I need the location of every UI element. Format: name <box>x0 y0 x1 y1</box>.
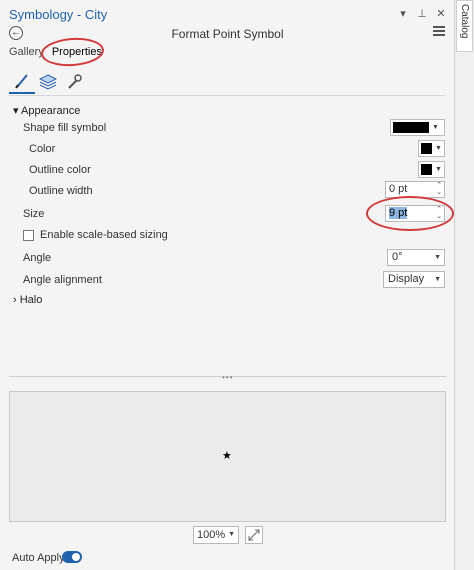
chevron-down-icon: ▼ <box>435 145 442 152</box>
size-label: Size <box>23 208 45 220</box>
outline-color-picker[interactable]: ▼ <box>418 161 445 178</box>
auto-apply-label: Auto Apply <box>12 552 65 564</box>
star-symbol-preview: ★ <box>222 450 232 462</box>
sub-tab-divider <box>9 95 445 96</box>
angle-alignment-value: Display <box>388 273 425 285</box>
halo-section-header[interactable]: › Halo <box>13 294 42 306</box>
zoom-fit-button[interactable] <box>245 526 263 544</box>
symbology-pane: Symbology - City ▾ ⊥ ✕ ← Format Point Sy… <box>0 0 455 570</box>
sub-tab-symbol[interactable] <box>9 70 35 94</box>
chevron-down-icon: ▾ <box>13 105 19 117</box>
halo-label: Halo <box>19 294 43 306</box>
sub-tab-structure[interactable] <box>61 70 87 94</box>
zoom-value: 100% <box>197 529 226 541</box>
sub-tab-layers[interactable] <box>35 70 61 94</box>
splitter-grip-icon[interactable]: ••• <box>222 373 233 382</box>
outline-color-swatch <box>421 164 432 175</box>
outline-width-value: 0 pt <box>389 183 408 195</box>
angle-input[interactable]: 0° ▼ <box>387 249 445 266</box>
auto-apply-toggle[interactable] <box>62 551 82 563</box>
angle-value: 0° <box>392 251 403 263</box>
outline-width-label: Outline width <box>29 185 93 197</box>
pane-controls: ▾ ⊥ ✕ <box>398 7 446 20</box>
pin-icon[interactable]: ⊥ <box>417 7 427 20</box>
outline-color-label: Outline color <box>29 164 91 176</box>
color-swatch <box>421 143 432 154</box>
catalog-tab-label: Catalog <box>459 4 470 39</box>
chevron-down-icon: ▼ <box>432 124 439 131</box>
toggle-knob <box>72 553 80 561</box>
close-icon[interactable]: ✕ <box>436 7 446 20</box>
pane-options-icon[interactable]: ▾ <box>398 7 408 20</box>
shape-fill-swatch <box>393 122 429 133</box>
spinner-arrows-icon[interactable]: ⌃ ⌄ <box>436 182 442 196</box>
chevron-down-icon: ▼ <box>435 166 442 173</box>
chevron-down-icon: ▼ <box>434 276 441 283</box>
hamburger-icon-line-2 <box>433 30 445 32</box>
angle-alignment-label: Angle alignment <box>23 274 102 286</box>
menu-button[interactable] <box>433 26 445 38</box>
chevron-right-icon: › <box>13 294 17 306</box>
wrench-icon <box>68 74 82 89</box>
shape-fill-label: Shape fill symbol <box>23 122 107 134</box>
hamburger-icon-line-3 <box>433 34 445 36</box>
appearance-section-header[interactable]: ▾ Appearance <box>13 104 80 117</box>
brush-icon <box>15 74 28 89</box>
scale-based-sizing-checkbox[interactable] <box>23 230 34 241</box>
appearance-label: Appearance <box>20 105 81 117</box>
hamburger-icon-line-1 <box>433 26 445 28</box>
pane-title: Symbology - City <box>9 7 108 22</box>
color-label: Color <box>29 143 56 155</box>
properties-sub-tabs <box>9 70 87 94</box>
color-picker[interactable]: ▼ <box>418 140 445 157</box>
tab-gallery[interactable]: Gallery <box>9 46 44 58</box>
angle-alignment-dropdown[interactable]: Display ▼ <box>383 271 445 288</box>
side-dock <box>455 0 474 570</box>
zoom-fit-icon <box>248 529 260 541</box>
zoom-dropdown[interactable]: 100% ▼ <box>193 526 239 544</box>
chevron-down-icon: ▼ <box>228 531 235 538</box>
angle-label: Angle <box>23 252 52 264</box>
scale-based-sizing-label: Enable scale-based sizing <box>40 229 168 241</box>
red-circle-annotation-size <box>366 196 454 231</box>
chevron-down-icon: ▼ <box>434 254 441 261</box>
layers-icon <box>39 74 57 90</box>
shape-fill-symbol-picker[interactable]: ▼ <box>390 119 445 136</box>
